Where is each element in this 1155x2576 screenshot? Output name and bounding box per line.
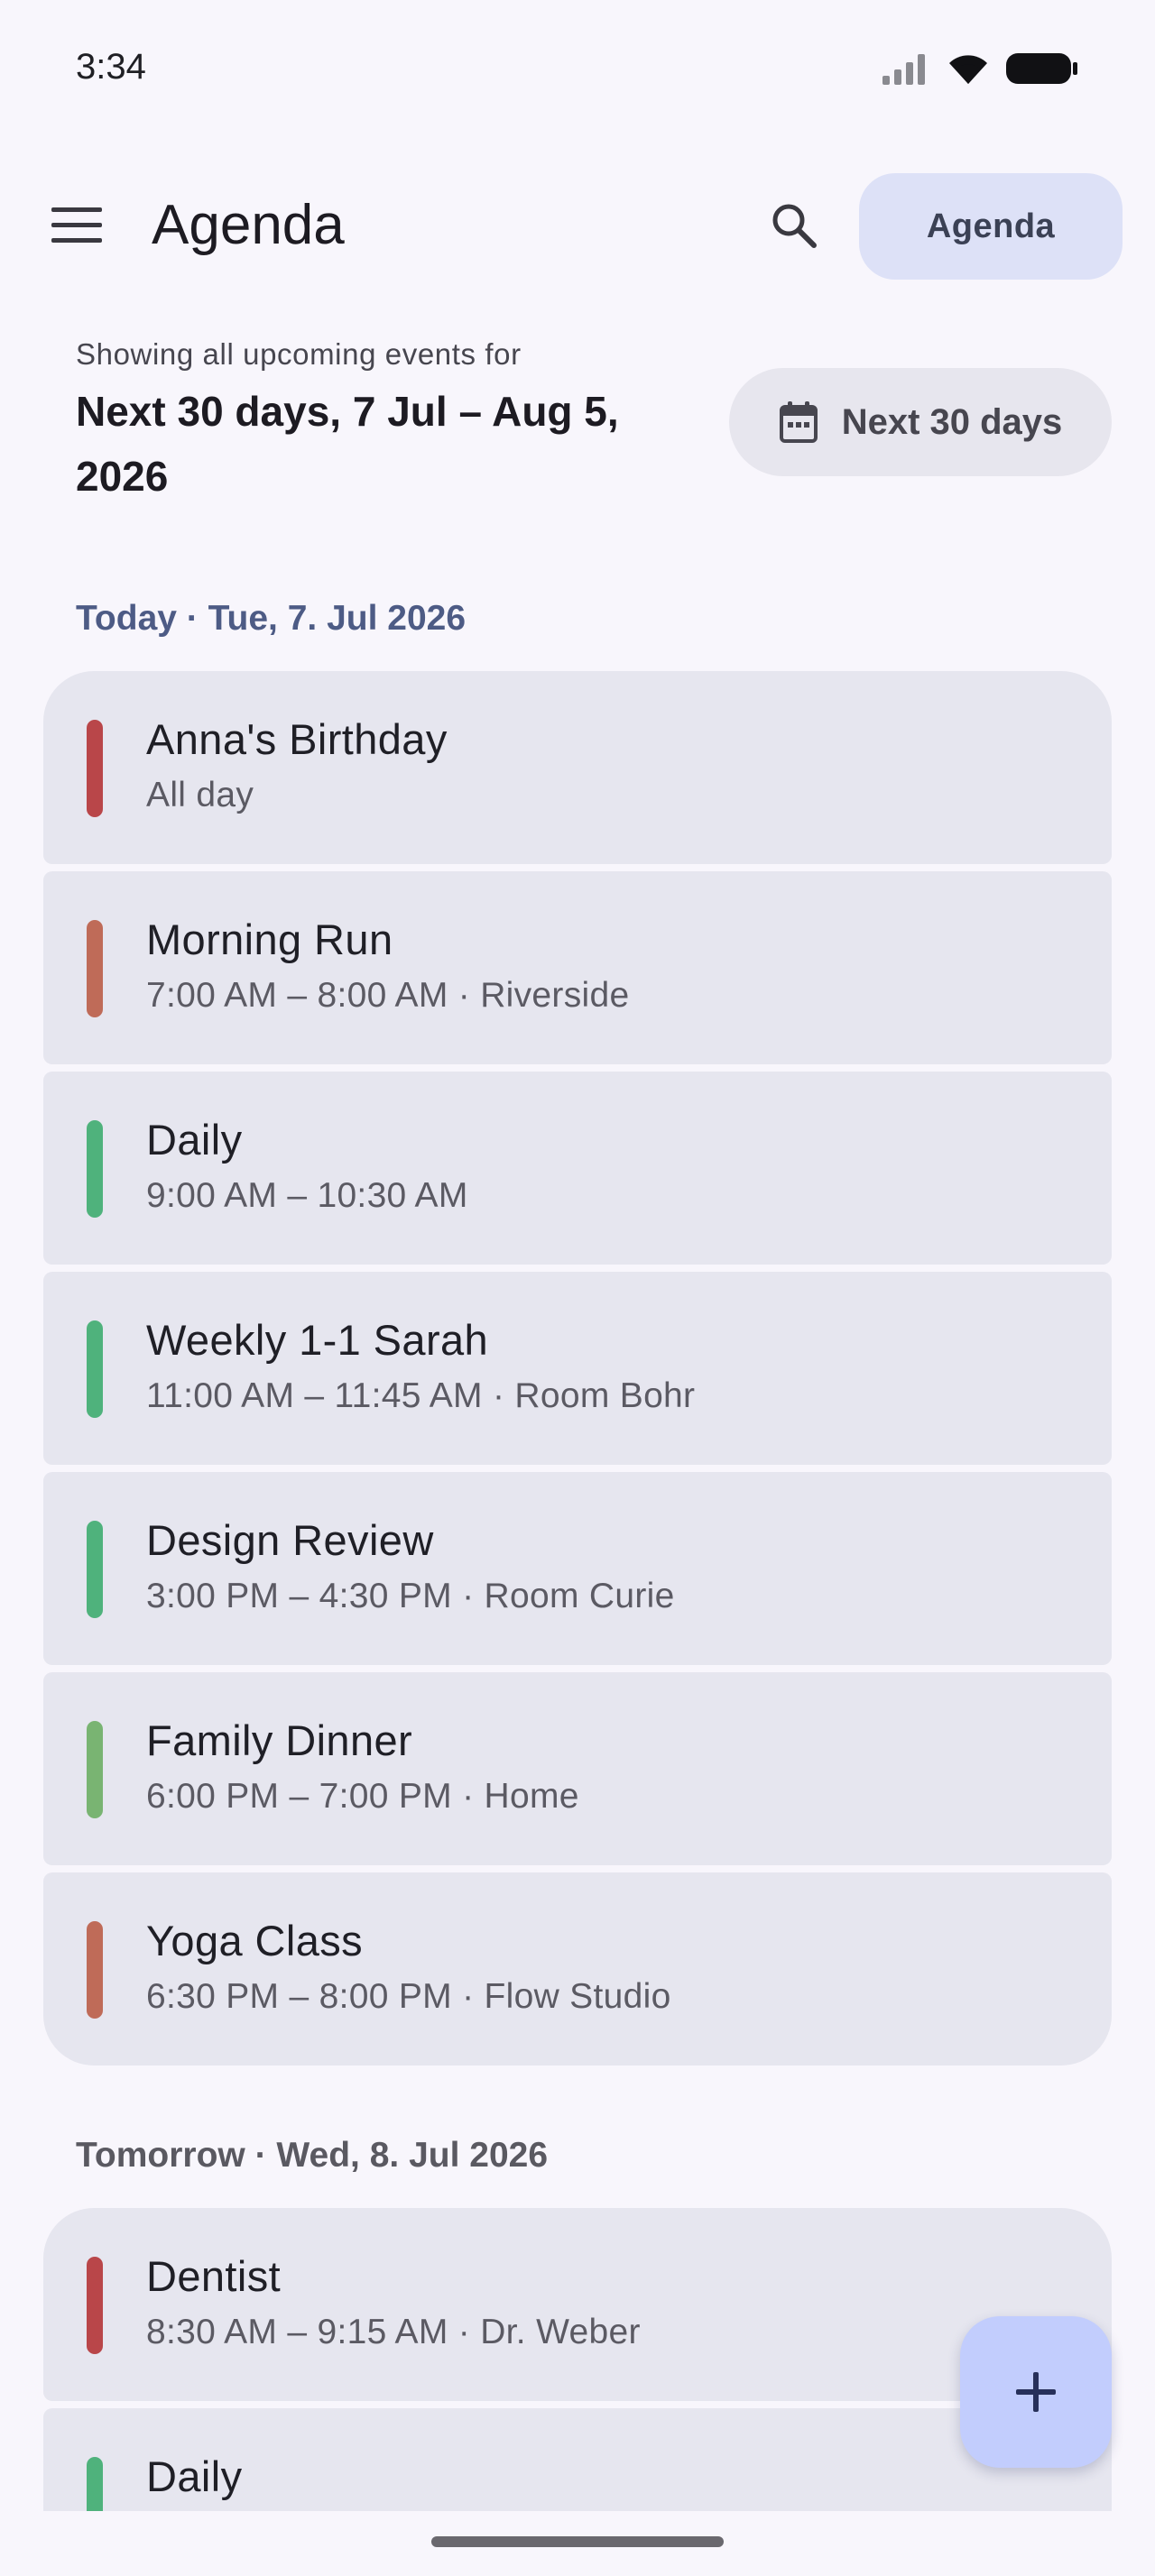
event-color-bar (87, 720, 103, 817)
status-bar: 3:34 (0, 0, 1155, 135)
event-subtitle: 8:30 AM – 9:15 AM · Dr. Weber (146, 2313, 641, 2351)
range-header: Showing all upcoming events for Next 30 … (0, 334, 1155, 514)
event-title: Dentist (146, 2252, 282, 2300)
event-title: Yoga Class (146, 1917, 364, 1964)
battery-icon (1006, 53, 1077, 84)
event-card[interactable]: Yoga Class 6:30 PM – 8:00 PM · Flow Stud… (43, 1872, 1112, 2065)
event-title: Morning Run (146, 915, 393, 963)
event-subtitle: All day (146, 776, 254, 814)
search-button[interactable] (758, 189, 830, 262)
event-card[interactable]: Morning Run 7:00 AM – 8:00 AM · Riversid… (43, 871, 1112, 1064)
event-subtitle: 6:00 PM – 7:00 PM · Home (146, 1777, 579, 1816)
cellular-signal-icon (882, 54, 925, 85)
event-subtitle: 7:00 AM – 8:00 AM · Riverside (146, 976, 630, 1015)
event-subtitle: 9:00 AM – 10:30 AM (146, 1176, 468, 1215)
event-subtitle: 6:30 PM – 8:00 PM · Flow Studio (146, 1977, 671, 2016)
event-color-bar (87, 2257, 103, 2354)
status-time: 3:34 (76, 47, 146, 87)
event-title: Family Dinner (146, 1716, 413, 1764)
event-card[interactable]: Design Review 3:00 PM – 4:30 PM · Room C… (43, 1472, 1112, 1665)
menu-button[interactable] (36, 189, 117, 262)
add-icon (1016, 2372, 1056, 2412)
view-mode-chip[interactable]: Agenda (859, 173, 1123, 280)
range-title: Next 30 days, 7 Jul – Aug 5, 2026 (76, 388, 619, 500)
range-caption: Showing all upcoming events for (76, 337, 522, 371)
event-title: Design Review (146, 1516, 434, 1564)
calendar-icon (779, 401, 818, 443)
event-card[interactable]: Weekly 1-1 Sarah 11:00 AM – 11:45 AM · R… (43, 1272, 1112, 1465)
event-card[interactable]: Daily 9:00 AM – 10:30 AM (43, 1072, 1112, 1265)
day-header-tomorrow: Tomorrow · Wed, 8. Jul 2026 (76, 2136, 549, 2175)
event-subtitle: 11:00 AM – 11:45 AM · Room Bohr (146, 1376, 696, 1415)
agenda-screen: 3:34 Agenda Agenda Showing all upcoming … (0, 0, 1155, 2576)
event-color-bar (87, 1521, 103, 1618)
event-card[interactable]: Family Dinner 6:00 PM – 7:00 PM · Home (43, 1672, 1112, 1865)
range-picker-button[interactable]: Next 30 days (729, 368, 1112, 476)
home-indicator[interactable] (431, 2536, 724, 2547)
event-title: Daily (146, 1116, 243, 1164)
menu-icon (51, 207, 102, 243)
top-app-bar: Agenda Agenda (0, 162, 1155, 289)
wifi-icon (949, 55, 987, 84)
event-title: Anna's Birthday (146, 715, 448, 763)
event-card[interactable]: Anna's Birthday All day (43, 671, 1112, 864)
day-header-today: Today · Tue, 7. Jul 2026 (76, 599, 467, 638)
status-icons (881, 51, 1079, 87)
page-title: Agenda (152, 194, 345, 256)
event-color-bar (87, 1721, 103, 1818)
event-title: Daily (146, 2452, 243, 2500)
event-list-today: Anna's Birthday All day Morning Run 7:00… (43, 671, 1112, 2065)
event-color-bar (87, 1921, 103, 2019)
event-subtitle: 3:00 PM – 4:30 PM · Room Curie (146, 1577, 675, 1615)
event-color-bar (87, 1120, 103, 1218)
event-color-bar (87, 1320, 103, 1418)
event-title: Weekly 1-1 Sarah (146, 1316, 489, 1364)
search-icon (772, 204, 817, 248)
range-picker-label: Next 30 days (841, 401, 1063, 442)
event-color-bar (87, 920, 103, 1017)
event-card[interactable]: Dentist 8:30 AM – 9:15 AM · Dr. Weber (43, 2208, 1112, 2401)
add-event-fab[interactable] (960, 2316, 1112, 2468)
